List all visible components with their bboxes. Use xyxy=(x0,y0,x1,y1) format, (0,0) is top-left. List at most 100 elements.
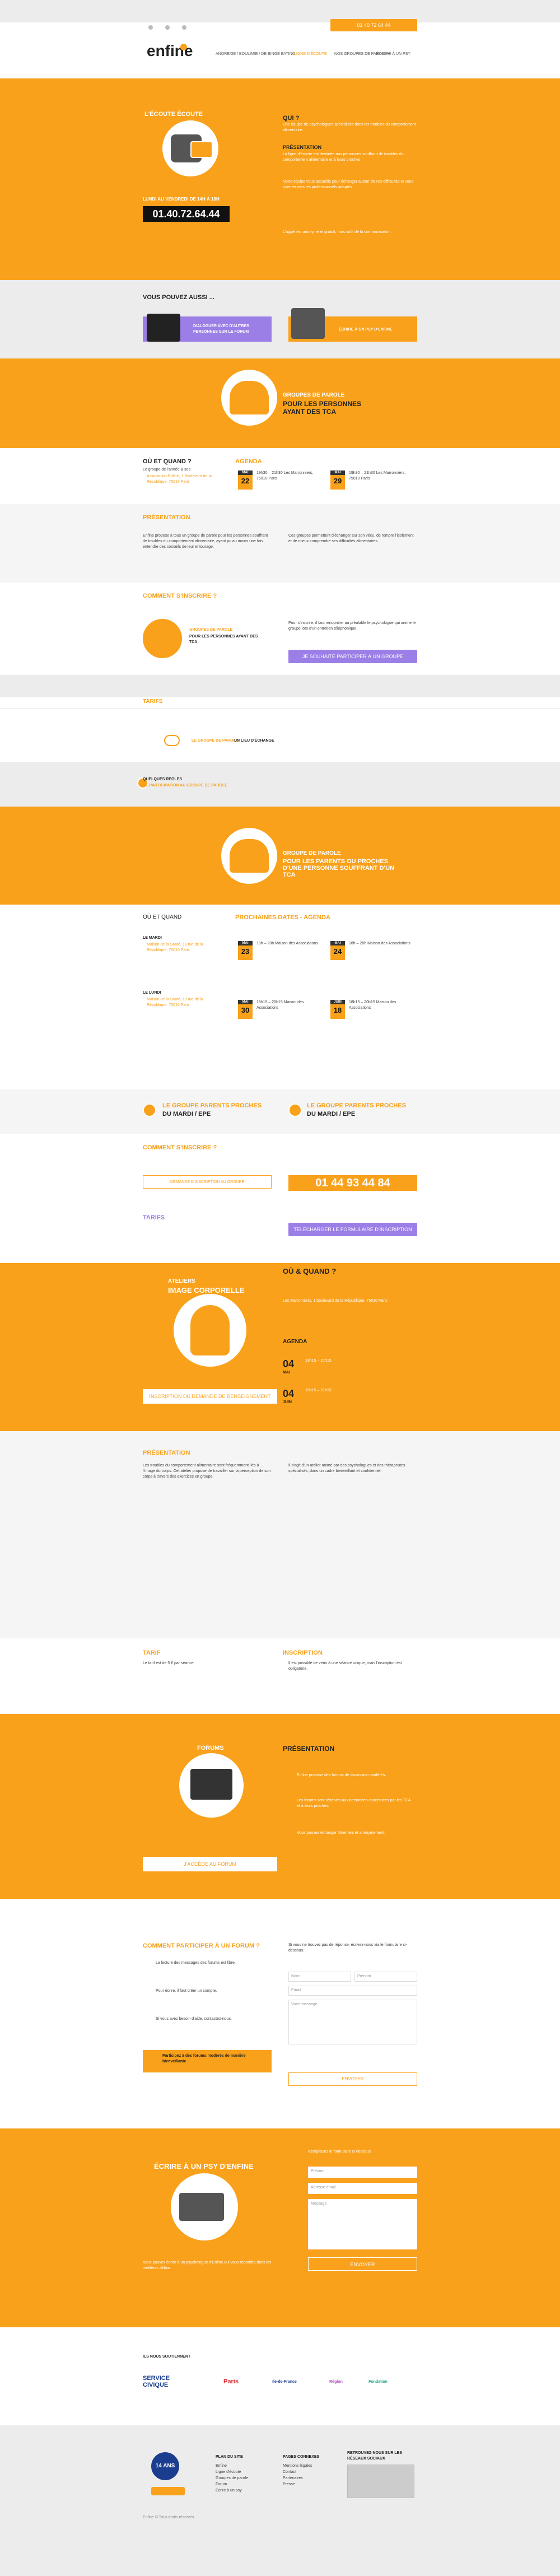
hero-left-title: L'ÉCOUTE ÉCOUTE xyxy=(144,111,203,118)
footer-link-2[interactable]: Ligne d'écoute xyxy=(216,2470,241,2475)
pres-text-3: L'appel est anonyme et gratuit, hors coû… xyxy=(283,230,392,234)
parents-mardi: LE MARDI xyxy=(143,936,162,940)
footer xyxy=(0,2425,560,2576)
footer-link-3[interactable]: Groupes de parole xyxy=(216,2476,248,2481)
tca-how-icon xyxy=(143,619,182,658)
parents-title-1: GROUPE DE PAROLE xyxy=(283,850,341,856)
participate-step-2: Pour écrire, il faut créer un compte. xyxy=(156,1989,217,1993)
participate-banner-text: Participez à des forums modérés de maniè… xyxy=(162,2054,246,2063)
partner-logo-paris[interactable]: Paris xyxy=(216,2372,246,2391)
ecrire-prenom-field[interactable]: Prénom xyxy=(308,2167,417,2178)
block2-sub: DU MARDI / EPE xyxy=(307,1111,356,1117)
tca-date-2[interactable]: MAI 29 xyxy=(330,471,345,490)
ecrire-send-button[interactable]: ENVOYER xyxy=(308,2257,417,2271)
social-icon-3[interactable] xyxy=(182,25,186,30)
hero-section xyxy=(0,78,560,280)
social-icon-1[interactable] xyxy=(148,25,153,30)
forum-item-1: Enfine propose des forums de discussion … xyxy=(297,1773,386,1777)
tca-how-text: Pour s'inscrire, il faut rencontrer au p… xyxy=(288,621,416,631)
rules-section xyxy=(0,762,560,807)
rules-sub: DE PARTICIPATION AU GROUPE DE PAROLE xyxy=(143,784,227,788)
parents-people-icon xyxy=(230,839,269,873)
footer-page-2[interactable]: Contact xyxy=(283,2470,296,2475)
parents-date-4[interactable]: JUIN 18 xyxy=(330,1000,345,1019)
footer-link-5[interactable]: Écrire à un psy xyxy=(216,2488,242,2494)
footer-link-1[interactable]: Enfine xyxy=(216,2463,227,2469)
ecrire-form-label: Remplissez le formulaire ci-dessous xyxy=(308,2150,371,2154)
footer-page-3[interactable]: Partenaires xyxy=(283,2476,303,2481)
tca-where-title: OÙ ET QUAND ? xyxy=(143,458,192,465)
block1-title: LE GROUPE PARENTS PROCHES xyxy=(162,1102,262,1109)
top-bar xyxy=(0,0,560,22)
atelier-pres-left: Les troubles du comportement alimentaire… xyxy=(143,1464,271,1479)
parents-date-2-day: 24 xyxy=(333,947,342,956)
atelier-date-2[interactable]: 04 xyxy=(283,1388,294,1400)
parents-date-2-month: MAI xyxy=(330,941,345,945)
phone-number[interactable]: 01.40.72.64.44 xyxy=(143,206,230,222)
tarif-toggle-icon[interactable] xyxy=(164,735,180,746)
partner-name-5: Fondation xyxy=(368,2379,388,2384)
people-icon xyxy=(230,381,269,414)
partner-logo-fondation[interactable]: Fondation xyxy=(364,2372,392,2391)
footer-page-1[interactable]: Mentions légales xyxy=(283,2463,312,2469)
tca-date-1[interactable]: MAI 22 xyxy=(238,471,253,490)
phone-top-button[interactable]: 01 40 72 64 44 xyxy=(330,19,417,31)
atelier-date-1[interactable]: 04 xyxy=(283,1358,294,1370)
forum-access-button[interactable]: J'ACCÈDE AU FORUM xyxy=(143,1857,277,1871)
info-icon-2 xyxy=(288,1103,302,1117)
parents-date-2[interactable]: MAI 24 xyxy=(330,941,345,960)
partner-logo-service-civique[interactable]: SERVICE CIVIQUE xyxy=(143,2372,193,2391)
parents-title-2: POUR LES PARENTS OU PROCHES D'UNE PERSON… xyxy=(283,858,394,878)
atelier-section xyxy=(0,1263,560,1431)
parents-download-button[interactable]: TÉLÉCHARGER LE FORMULAIRE D'INSCRIPTION xyxy=(288,1223,417,1236)
anniversary-badge: 14 ANS xyxy=(151,2452,179,2480)
footer-link-4[interactable]: Forum xyxy=(216,2482,227,2488)
participate-send-button[interactable]: ENVOYER xyxy=(288,2072,417,2086)
tca-participate-button[interactable]: JE SOUHAITE PARTICIPER À UN GROUPE xyxy=(288,650,417,663)
tca-where-sub: Le groupe de l'année & ses xyxy=(143,468,191,472)
footer-logo[interactable] xyxy=(151,2487,185,2495)
tca-date-2-text: 19h30 – 21h30 Les Marronniers, 75010 Par… xyxy=(349,471,406,481)
atelier-button[interactable]: INSCRIPTION DU DEMANDE DE RENSEIGNEMENT xyxy=(143,1389,277,1404)
participate-name-field[interactable]: Nom xyxy=(288,1972,351,1982)
partners-title: ILS NOUS SOUTIENNENT xyxy=(143,2355,191,2359)
participate-message-field[interactable]: Votre message xyxy=(288,2000,417,2044)
parents-lundi-text: Maison de la Santé, 10 rue de la Républi… xyxy=(147,998,203,1007)
ecrire-message-field[interactable]: Message xyxy=(308,2199,417,2249)
parents-date-4-day: 18 xyxy=(333,1006,342,1014)
tarif-line-1: LE GROUPE DE PAROLE xyxy=(192,739,239,743)
social-icon-2[interactable] xyxy=(165,25,170,30)
parents-blocks xyxy=(0,1089,560,1134)
social-preview[interactable] xyxy=(347,2465,414,2498)
parents-date-3[interactable]: MAI 30 xyxy=(238,1000,253,1019)
atelier-sub: IMAGE CORPORELLE xyxy=(168,1286,245,1294)
nav-item-2[interactable]: LIGNE D'ÉCOUTE xyxy=(294,52,327,57)
parents-where-title: OÙ ET QUAND xyxy=(143,914,182,920)
nav-item-1[interactable]: ANOREXIE / BOULIMIE / DE BINGE EATING xyxy=(216,52,295,57)
partner-logo-idf[interactable]: Ile-de-France xyxy=(268,2372,301,2391)
tca-how-title: COMMENT S'INSCRIRE ? xyxy=(143,593,217,599)
qui-title: QUI ? xyxy=(283,115,300,122)
atelier-pres-right: Il s'agit d'un atelier animé par des psy… xyxy=(288,1464,405,1473)
participate-firstname-field[interactable]: Prénom xyxy=(354,1972,417,1982)
participate-email-field[interactable]: Email xyxy=(288,1986,417,1996)
tarif-line-1b: UN LIEU D'ÉCHANGE xyxy=(234,739,274,743)
ecrire-email-field[interactable]: Adresse email xyxy=(308,2183,417,2194)
partner-logo-region[interactable]: Région xyxy=(322,2372,350,2391)
nav-item-4[interactable]: ÉCRIRE À UN PSY xyxy=(376,52,410,57)
screen-icon xyxy=(190,1769,232,1800)
forum-item-2: Les forums sont réservés aux personnes c… xyxy=(297,1799,410,1808)
footer-page-4[interactable]: Presse xyxy=(283,2482,295,2488)
atelier-pres-title: PRÉSENTATION xyxy=(143,1450,190,1456)
parents-date-1[interactable]: MAI 23 xyxy=(238,941,253,960)
parents-date-3-text: 18h15 – 20h15 Maison des Associations xyxy=(256,1000,304,1010)
tca-date-1-month: MAI xyxy=(238,471,253,475)
tca-title-2: POUR LES PERSONNES AYANT DES TCA xyxy=(283,400,362,416)
body-icon xyxy=(190,1305,230,1355)
parents-phone[interactable]: 01 44 93 44 84 xyxy=(288,1175,417,1191)
tca-date-2-day: 29 xyxy=(333,477,342,485)
footer-col1-title: PLAN DU SITE xyxy=(216,2455,243,2459)
parents-date-2-text: 18h – 20h Maison des Associations xyxy=(349,942,410,945)
atelier-where-text: Les Marronniers, 1 boulevard de la Répub… xyxy=(283,1299,388,1303)
atelier-date-1-month: MAI xyxy=(283,1371,290,1375)
